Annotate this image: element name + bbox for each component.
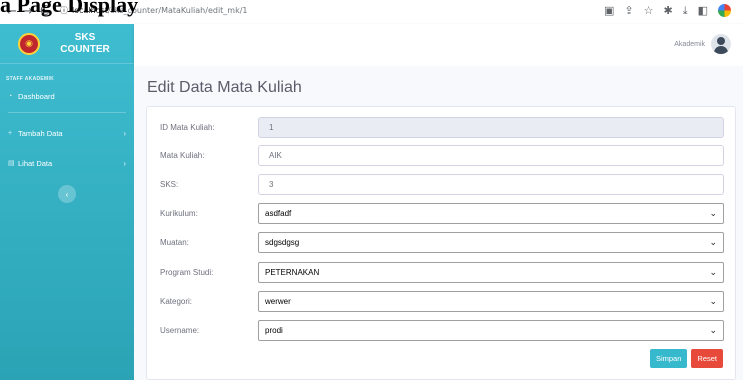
- brand-line-1: SKS: [74, 31, 96, 43]
- program-studi-label: Program Studi:: [160, 268, 214, 277]
- form-row-id: ID Mata Kuliah: 1: [147, 117, 737, 139]
- extensions-icon[interactable]: ✱: [664, 4, 673, 18]
- sks-label: SKS:: [160, 180, 179, 189]
- sidebar-item-label: Lihat Data: [18, 158, 53, 168]
- tab-icon[interactable]: ◧: [698, 4, 708, 18]
- brand[interactable]: ◉ SKS COUNTER: [0, 24, 134, 64]
- program-studi-selected-value: PETERNAKAN: [265, 268, 320, 277]
- username-selected-value: prodi: [265, 326, 283, 335]
- main-content: Edit Data Mata Kuliah ID Mata Kuliah: 1 …: [134, 66, 743, 380]
- chevron-down-icon: ⌄: [709, 237, 717, 247]
- sidebar-item-tambah-data[interactable]: + Tambah Data ›: [0, 125, 134, 141]
- page-title: Edit Data Mata Kuliah: [147, 79, 302, 96]
- sidebar-toggle-button[interactable]: ‹: [58, 185, 76, 203]
- simpan-button[interactable]: Simpan: [649, 349, 688, 368]
- sidebar-item-label: Tambah Data: [18, 128, 63, 138]
- form-actions: Simpan Reset: [649, 349, 723, 368]
- edit-form-card: ID Mata Kuliah: 1 Mata Kuliah: AIK SKS: …: [146, 106, 736, 380]
- profile-icon[interactable]: [718, 4, 731, 17]
- topbar: Akademik: [134, 24, 743, 66]
- avatar: [711, 34, 731, 54]
- chevron-left-icon: ‹: [65, 189, 69, 199]
- plus-icon: +: [8, 129, 13, 137]
- form-row-mata-kuliah: Mata Kuliah: AIK: [147, 145, 737, 167]
- translate-icon[interactable]: ▣: [604, 4, 614, 18]
- download-icon[interactable]: ⤓: [683, 4, 688, 18]
- sidebar-section-label: STAFF AKADEMIK: [6, 76, 55, 82]
- kurikulum-selected-value: asdfadf: [265, 209, 292, 218]
- sidebar-item-label: Dashboard: [18, 91, 55, 101]
- form-row-username: Username: prodi ⌄: [147, 320, 737, 342]
- chevron-down-icon: ⌄: [709, 267, 717, 277]
- sidebar-item-dashboard[interactable]: ◔ Dashboard: [0, 88, 134, 104]
- chevron-right-icon: ›: [123, 158, 126, 168]
- username-select[interactable]: prodi ⌄: [258, 320, 724, 341]
- muatan-selected-value: sdgsdgsg: [265, 238, 300, 247]
- brand-logo-icon: ◉: [18, 32, 40, 55]
- brand-line-2: COUNTER: [60, 43, 110, 55]
- program-studi-select[interactable]: PETERNAKAN ⌄: [258, 262, 724, 283]
- chevron-right-icon: ›: [123, 128, 126, 138]
- form-row-muatan: Muatan: sdgsdgsg ⌄: [147, 232, 737, 254]
- user-name: Akademik: [674, 40, 705, 48]
- dashboard-icon: ◔: [8, 92, 13, 100]
- sidebar: ◉ SKS COUNTER STAFF AKADEMIK ◔ Dashboard…: [0, 24, 134, 380]
- form-row-sks: SKS: 3: [147, 174, 737, 196]
- mata-kuliah-input[interactable]: AIK: [258, 145, 724, 166]
- overlay-caption: a Page Display: [0, 0, 139, 17]
- kurikulum-select[interactable]: asdfadf ⌄: [258, 203, 724, 224]
- chevron-down-icon: ⌄: [709, 296, 717, 306]
- username-label: Username:: [160, 326, 200, 335]
- form-row-kategori: Kategori: werwer ⌄: [147, 291, 737, 313]
- mata-kuliah-label: Mata Kuliah:: [160, 151, 205, 160]
- browser-tools: ▣ ⇪ ☆ ✱ ⤓ ◧: [604, 4, 731, 18]
- id-mata-kuliah-field: 1: [258, 117, 724, 138]
- sks-input[interactable]: 3: [258, 174, 724, 195]
- brand-title: SKS COUNTER: [50, 32, 120, 56]
- kategori-label: Kategori:: [160, 297, 193, 306]
- muatan-select[interactable]: sdgsdgsg ⌄: [258, 232, 724, 253]
- chevron-down-icon: ⌄: [709, 208, 717, 218]
- form-row-program-studi: Program Studi: PETERNAKAN ⌄: [147, 262, 737, 284]
- reset-button[interactable]: Reset: [691, 349, 723, 368]
- kategori-select[interactable]: werwer ⌄: [258, 291, 724, 312]
- file-icon: ▤: [8, 160, 15, 167]
- star-icon[interactable]: ☆: [644, 4, 654, 18]
- sidebar-item-lihat-data[interactable]: ▤ Lihat Data ›: [0, 155, 134, 171]
- muatan-label: Muatan:: [160, 238, 189, 247]
- sidebar-divider: [8, 112, 126, 113]
- share-icon[interactable]: ⇪: [624, 4, 633, 18]
- chevron-down-icon: ⌄: [709, 325, 717, 335]
- kategori-selected-value: werwer: [265, 297, 291, 306]
- id-mata-kuliah-label: ID Mata Kuliah:: [160, 123, 215, 132]
- kurikulum-label: Kurikulum:: [160, 209, 198, 218]
- user-menu[interactable]: Akademik: [674, 34, 731, 54]
- form-row-kurikulum: Kurikulum: asdfadf ⌄: [147, 203, 737, 225]
